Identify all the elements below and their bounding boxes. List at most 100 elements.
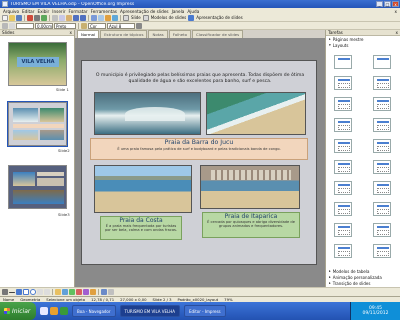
- menu-inserir[interactable]: Inserir: [52, 9, 65, 14]
- maximize-button[interactable]: □: [384, 1, 391, 7]
- arrow-style-icon[interactable]: [9, 22, 15, 29]
- slides-panel-close-icon[interactable]: x: [70, 30, 72, 35]
- tab-normal[interactable]: Normal: [77, 30, 100, 38]
- tab-handout[interactable]: Folheto: [168, 30, 192, 38]
- browser-icon[interactable]: [50, 307, 58, 315]
- layout-option[interactable]: [334, 181, 352, 195]
- paste-icon[interactable]: [66, 14, 72, 21]
- menu-arquivo[interactable]: Arquivo: [3, 9, 19, 14]
- slide-icon[interactable]: [123, 14, 129, 21]
- print-icon[interactable]: [34, 14, 40, 21]
- models-button-label[interactable]: Modelos de slides: [151, 15, 186, 20]
- layout-option[interactable]: [334, 118, 352, 132]
- layout-option[interactable]: [373, 118, 391, 132]
- block-arrows-icon[interactable]: [69, 289, 75, 295]
- desktop-icon[interactable]: [40, 307, 48, 315]
- menu-editar[interactable]: Editar: [22, 9, 34, 14]
- fill-type-select[interactable]: Cor: [88, 22, 106, 29]
- current-slide[interactable]: O município é privilegiado pelas belíssi…: [81, 60, 317, 265]
- layout-option[interactable]: [334, 244, 352, 258]
- menu-ajuda[interactable]: Ajuda: [187, 9, 199, 14]
- tab-notes[interactable]: Notas: [148, 30, 168, 38]
- copy-icon[interactable]: [59, 14, 65, 21]
- task-impress-editor[interactable]: Editor - Impress: [184, 305, 226, 317]
- navigator-icon[interactable]: [112, 14, 118, 21]
- fontwork-icon[interactable]: [44, 289, 50, 295]
- layout-option[interactable]: [334, 160, 352, 174]
- models-icon[interactable]: [142, 14, 149, 21]
- layout-option[interactable]: [373, 202, 391, 216]
- basic-shapes-icon[interactable]: [55, 289, 61, 295]
- menu-exibir[interactable]: Exibir: [37, 9, 49, 14]
- 3d-object-icon[interactable]: [108, 289, 114, 295]
- section-layouts[interactable]: ▾ Layouts: [326, 42, 400, 48]
- line-tool-icon[interactable]: [9, 291, 15, 293]
- table-icon[interactable]: [98, 14, 104, 21]
- media-icon[interactable]: [60, 307, 68, 315]
- tab-slide-sorter[interactable]: Classificador de slides: [192, 30, 244, 38]
- undo-icon[interactable]: [73, 14, 79, 21]
- open-folder-icon[interactable]: [9, 14, 15, 21]
- layout-option[interactable]: [373, 97, 391, 111]
- menu-formatar[interactable]: Formatar: [69, 9, 88, 14]
- chart-icon[interactable]: [91, 14, 97, 21]
- task-browser[interactable]: Boa - Navegador: [72, 305, 116, 317]
- layout-option[interactable]: [373, 160, 391, 174]
- layout-option[interactable]: [373, 181, 391, 195]
- task-impress-document[interactable]: TURISMO EM VILA VELHA: [119, 305, 181, 317]
- tab-outline[interactable]: Estrutura de tópicos: [100, 30, 148, 38]
- callouts-icon[interactable]: [83, 289, 89, 295]
- layout-option[interactable]: [334, 76, 352, 90]
- shadow-icon[interactable]: [136, 22, 142, 29]
- text-tool-icon[interactable]: [37, 289, 43, 295]
- image-icon[interactable]: [105, 14, 111, 21]
- line-icon[interactable]: [2, 22, 8, 29]
- tasks-panel-close-icon[interactable]: x: [396, 30, 398, 35]
- export-pdf-icon[interactable]: [27, 14, 33, 21]
- system-clock[interactable]: 09:45 09/11/2012: [350, 302, 400, 320]
- minimize-button[interactable]: _: [376, 1, 383, 7]
- area-fill-icon[interactable]: [81, 22, 87, 29]
- rectangle-icon[interactable]: [23, 289, 29, 295]
- stars-icon[interactable]: [90, 289, 96, 295]
- photo-praia-da-costa[interactable]: [94, 165, 192, 213]
- layout-option[interactable]: [334, 202, 352, 216]
- spellcheck-icon[interactable]: [41, 14, 47, 21]
- photo-praia-de-itaparica[interactable]: [200, 165, 300, 209]
- start-button[interactable]: Iniciar: [0, 302, 36, 320]
- photo-surf-wave[interactable]: [94, 92, 201, 135]
- slide-thumbnail-1[interactable]: VILA VELHA: [8, 42, 67, 86]
- save-icon[interactable]: [16, 14, 22, 21]
- menu-ferramentas[interactable]: Ferramentas: [91, 9, 117, 14]
- layout-option[interactable]: [334, 55, 352, 69]
- redo-icon[interactable]: [80, 14, 86, 21]
- menu-apresentacao[interactable]: Apresentação de slides: [120, 9, 169, 14]
- caption-praia-da-costa[interactable]: Praia da Costa É a praia mais frequentad…: [100, 216, 182, 240]
- layout-option[interactable]: [373, 244, 391, 258]
- flowchart-icon[interactable]: [76, 289, 82, 295]
- layout-option[interactable]: [373, 139, 391, 153]
- ellipse-icon[interactable]: [30, 289, 36, 295]
- line-style-select[interactable]: [16, 22, 34, 29]
- photo-coastline[interactable]: [206, 92, 306, 135]
- symbol-shapes-icon[interactable]: [62, 289, 68, 295]
- layout-option[interactable]: [334, 139, 352, 153]
- layout-option[interactable]: [373, 76, 391, 90]
- caption-barra-do-jucu[interactable]: Praia da Barra do Jucu É uma praia famos…: [90, 138, 308, 160]
- slide-thumbnail-3[interactable]: [8, 165, 67, 209]
- layout-option[interactable]: [373, 55, 391, 69]
- layout-option[interactable]: [334, 97, 352, 111]
- line-width-input[interactable]: 0,00cm: [35, 22, 53, 29]
- arrow-tool-icon[interactable]: [16, 289, 22, 295]
- slide-intro-text[interactable]: O município é privilegiado pelas belíssi…: [90, 73, 310, 85]
- layout-option[interactable]: [373, 223, 391, 237]
- gallery-icon[interactable]: [101, 289, 107, 295]
- close-button[interactable]: x: [392, 1, 399, 7]
- cut-icon[interactable]: [52, 14, 58, 21]
- close-document-button[interactable]: x: [395, 9, 397, 14]
- line-color-select[interactable]: Preto: [54, 22, 76, 29]
- layout-option[interactable]: [334, 223, 352, 237]
- select-icon[interactable]: [2, 289, 8, 295]
- section-slide-transition[interactable]: ▸ Transição de slides: [326, 280, 400, 286]
- presentation-icon[interactable]: [188, 14, 195, 21]
